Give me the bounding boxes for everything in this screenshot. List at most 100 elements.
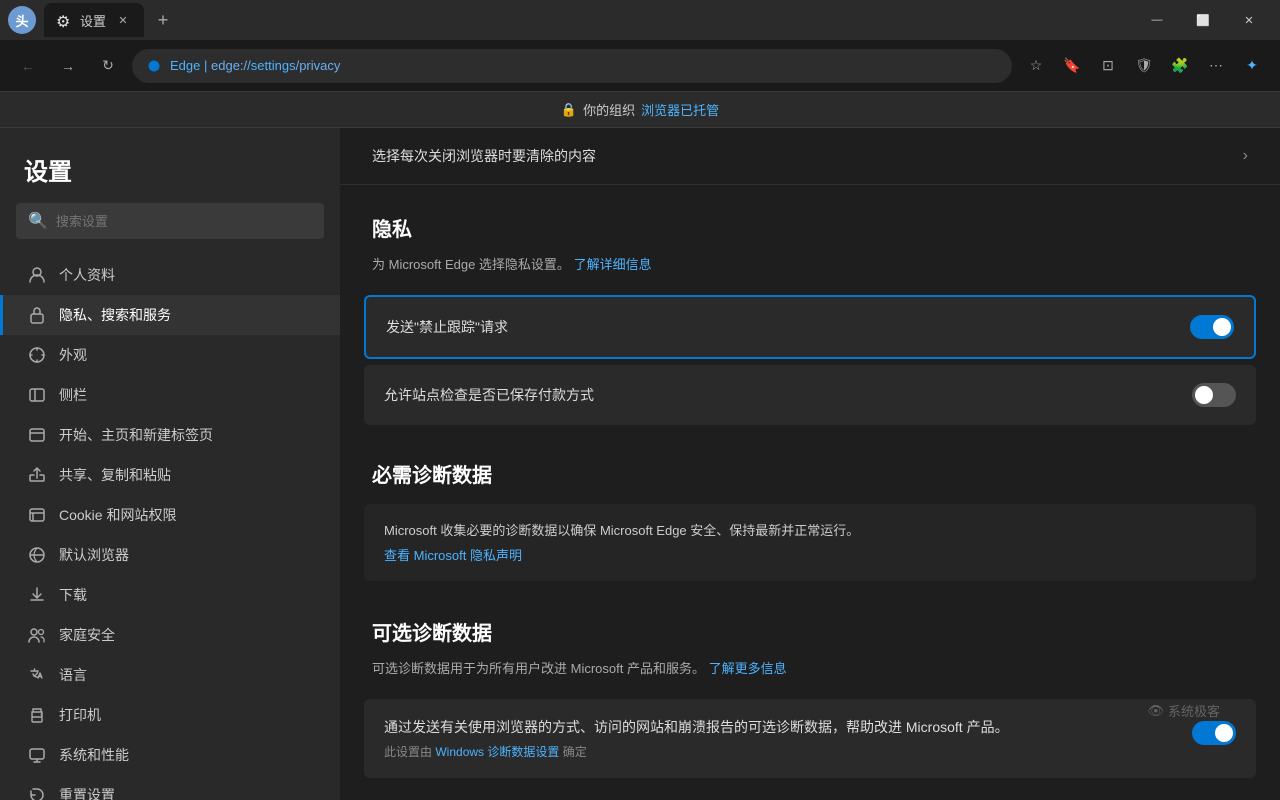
profile-avatar[interactable]: 头 — [8, 6, 36, 34]
optional-diag-toggle-label: 通过发送有关使用浏览器的方式、访问的网站和崩溃报告的可选诊断数据，帮助改进 Mi… — [384, 717, 1176, 737]
clear-on-close-chevron: › — [1243, 147, 1248, 165]
close-button[interactable]: ✕ — [1226, 0, 1272, 40]
optional-diag-sub: 此设置由 Windows 诊断数据设置 确定 — [384, 743, 1176, 760]
toolbar-icons: ☆ 🔖 ⊡ 🛡 🧩 ⋯ ✦ — [1020, 50, 1268, 82]
search-icon: 🔍 — [28, 211, 48, 231]
system-icon — [27, 745, 47, 765]
tab-bar: ⚙ 设置 ✕ + — [44, 3, 1134, 37]
watermark: 👁 系统极客 — [1147, 701, 1220, 720]
sidebar-item-label-cookies: Cookie 和网站权限 — [59, 505, 176, 525]
dnt-toggle[interactable] — [1190, 315, 1234, 339]
info-bar-link[interactable]: 浏览器已托管 — [641, 100, 719, 119]
sidebar-item-label-reset: 重置设置 — [59, 785, 115, 800]
sidebar: 设置 🔍 个人资料 隐私、搜索和服务 外观 — [0, 128, 340, 800]
copilot-icon[interactable]: ✦ — [1236, 50, 1268, 82]
language-icon — [27, 665, 47, 685]
optional-diag-desc-text: 可选诊断数据用于为所有用户改进 Microsoft 产品和服务。 — [372, 661, 705, 676]
forward-button[interactable]: → — [52, 50, 84, 82]
payment-toggle-row: 允许站点检查是否已保存付款方式 — [364, 365, 1256, 425]
privacy-desc: 为 Microsoft Edge 选择隐私设置。 了解详细信息 — [340, 250, 1280, 289]
url-separator: | — [204, 58, 211, 73]
windows-diag-link[interactable]: Windows 诊断数据设置 — [435, 745, 559, 759]
title-bar-controls: — ⬜ ✕ — [1134, 0, 1272, 40]
required-diag-text: Microsoft 收集必要的诊断数据以确保 Microsoft Edge 安全… — [384, 520, 1236, 539]
title-bar: 头 ⚙ 设置 ✕ + — ⬜ ✕ — [0, 0, 1280, 40]
sidebar-item-default-browser[interactable]: 默认浏览器 — [0, 535, 340, 575]
default-browser-icon — [27, 545, 47, 565]
tab-close-button[interactable]: ✕ — [114, 11, 132, 29]
sidebar-item-downloads[interactable]: 下载 — [0, 575, 340, 615]
privacy-learn-more-link[interactable]: 了解详细信息 — [574, 257, 652, 272]
info-bar-text: 你的组织 — [583, 100, 635, 119]
sidebar-item-share[interactable]: 共享、复制和粘贴 — [0, 455, 340, 495]
sidebar-item-label-share: 共享、复制和粘贴 — [59, 465, 171, 485]
privacy-statement-link[interactable]: 查看 Microsoft 隐私声明 — [384, 548, 522, 563]
search-input[interactable] — [56, 214, 312, 229]
privacy-icon — [27, 305, 47, 325]
new-tab-button[interactable]: + — [148, 5, 178, 35]
sidebar-item-label-printer: 打印机 — [59, 705, 101, 725]
optional-diag-desc: 可选诊断数据用于为所有用户改进 Microsoft 产品和服务。 了解更多信息 — [340, 654, 1280, 693]
dnt-toggle-row: 发送"禁止跟踪"请求 — [364, 295, 1256, 359]
back-button[interactable]: ← — [12, 50, 44, 82]
sidebar-title: 设置 — [0, 152, 340, 203]
start-icon — [27, 425, 47, 445]
content-area: 选择每次关闭浏览器时要清除的内容 › 隐私 为 Microsoft Edge 选… — [340, 128, 1280, 800]
maximize-button[interactable]: ⬜ — [1180, 0, 1226, 40]
collections-icon[interactable]: 🔖 — [1056, 50, 1088, 82]
title-bar-left: 头 ⚙ 设置 ✕ + — [8, 3, 1134, 37]
appearance-icon — [27, 345, 47, 365]
favorites-icon[interactable]: ☆ — [1020, 50, 1052, 82]
active-tab[interactable]: ⚙ 设置 ✕ — [44, 3, 144, 37]
dnt-toggle-label: 发送"禁止跟踪"请求 — [386, 317, 508, 337]
sidebar-item-privacy[interactable]: 隐私、搜索和服务 — [0, 295, 340, 335]
refresh-button[interactable]: ↻ — [92, 50, 124, 82]
sidebar-item-reset[interactable]: 重置设置 — [0, 775, 340, 800]
optional-diag-heading: 可选诊断数据 — [340, 589, 1280, 654]
cookies-icon — [27, 505, 47, 525]
family-icon — [27, 625, 47, 645]
main-layout: 设置 🔍 个人资料 隐私、搜索和服务 外观 — [0, 128, 1280, 800]
sidebar-item-label-downloads: 下载 — [59, 585, 87, 605]
sidebar-item-label-profile: 个人资料 — [59, 265, 115, 285]
sidebar-item-printer[interactable]: 打印机 — [0, 695, 340, 735]
privacy-heading: 隐私 — [340, 185, 1280, 250]
edge-logo-icon — [146, 58, 162, 74]
sidebar-item-label-appearance: 外观 — [59, 345, 87, 365]
sidebar-item-label-system: 系统和性能 — [59, 745, 129, 765]
sidebar-item-label-family: 家庭安全 — [59, 625, 115, 645]
required-diag-heading: 必需诊断数据 — [340, 431, 1280, 496]
browser-essentials-icon[interactable]: 🛡 — [1128, 50, 1160, 82]
privacy-statement-link-text: 查看 Microsoft 隐私声明 — [384, 548, 522, 563]
sidebar-item-start[interactable]: 开始、主页和新建标签页 — [0, 415, 340, 455]
extensions-icon[interactable]: 🧩 — [1164, 50, 1196, 82]
sidebar-item-label-sidebar: 侧栏 — [59, 385, 87, 405]
reset-icon — [27, 785, 47, 800]
split-screen-icon[interactable]: ⊡ — [1092, 50, 1124, 82]
search-box[interactable]: 🔍 — [16, 203, 324, 239]
clear-on-close-label: 选择每次关闭浏览器时要清除的内容 — [372, 146, 596, 166]
url-bar[interactable]: Edge | edge://settings/privacy — [132, 49, 1012, 83]
sidebar-item-system[interactable]: 系统和性能 — [0, 735, 340, 775]
required-diag-box: Microsoft 收集必要的诊断数据以确保 Microsoft Edge 安全… — [364, 504, 1256, 581]
sidebar-item-sidebar[interactable]: 侧栏 — [0, 375, 340, 415]
optional-diag-toggle-row: 通过发送有关使用浏览器的方式、访问的网站和崩溃报告的可选诊断数据，帮助改进 Mi… — [364, 699, 1256, 778]
more-tools-icon[interactable]: ⋯ — [1200, 50, 1232, 82]
address-bar: ← → ↻ Edge | edge://settings/privacy ☆ 🔖… — [0, 40, 1280, 92]
sidebar-item-family[interactable]: 家庭安全 — [0, 615, 340, 655]
sidebar-item-language[interactable]: 语言 — [0, 655, 340, 695]
sidebar-item-cookies[interactable]: Cookie 和网站权限 — [0, 495, 340, 535]
payment-toggle[interactable] — [1192, 383, 1236, 407]
sidebar-item-label-start: 开始、主页和新建标签页 — [59, 425, 213, 445]
url-prefix: Edge — [170, 58, 200, 73]
clear-on-close-row[interactable]: 选择每次关闭浏览器时要清除的内容 › — [340, 128, 1280, 185]
payment-toggle-label: 允许站点检查是否已保存付款方式 — [384, 385, 594, 405]
optional-diag-toggle[interactable] — [1192, 721, 1236, 745]
tab-settings-icon: ⚙ — [56, 12, 72, 28]
printer-icon — [27, 705, 47, 725]
minimize-button[interactable]: — — [1134, 0, 1180, 40]
url-text: Edge | edge://settings/privacy — [170, 58, 340, 73]
sidebar-item-profile[interactable]: 个人资料 — [0, 255, 340, 295]
optional-diag-learn-link[interactable]: 了解更多信息 — [709, 661, 787, 676]
sidebar-item-appearance[interactable]: 外观 — [0, 335, 340, 375]
